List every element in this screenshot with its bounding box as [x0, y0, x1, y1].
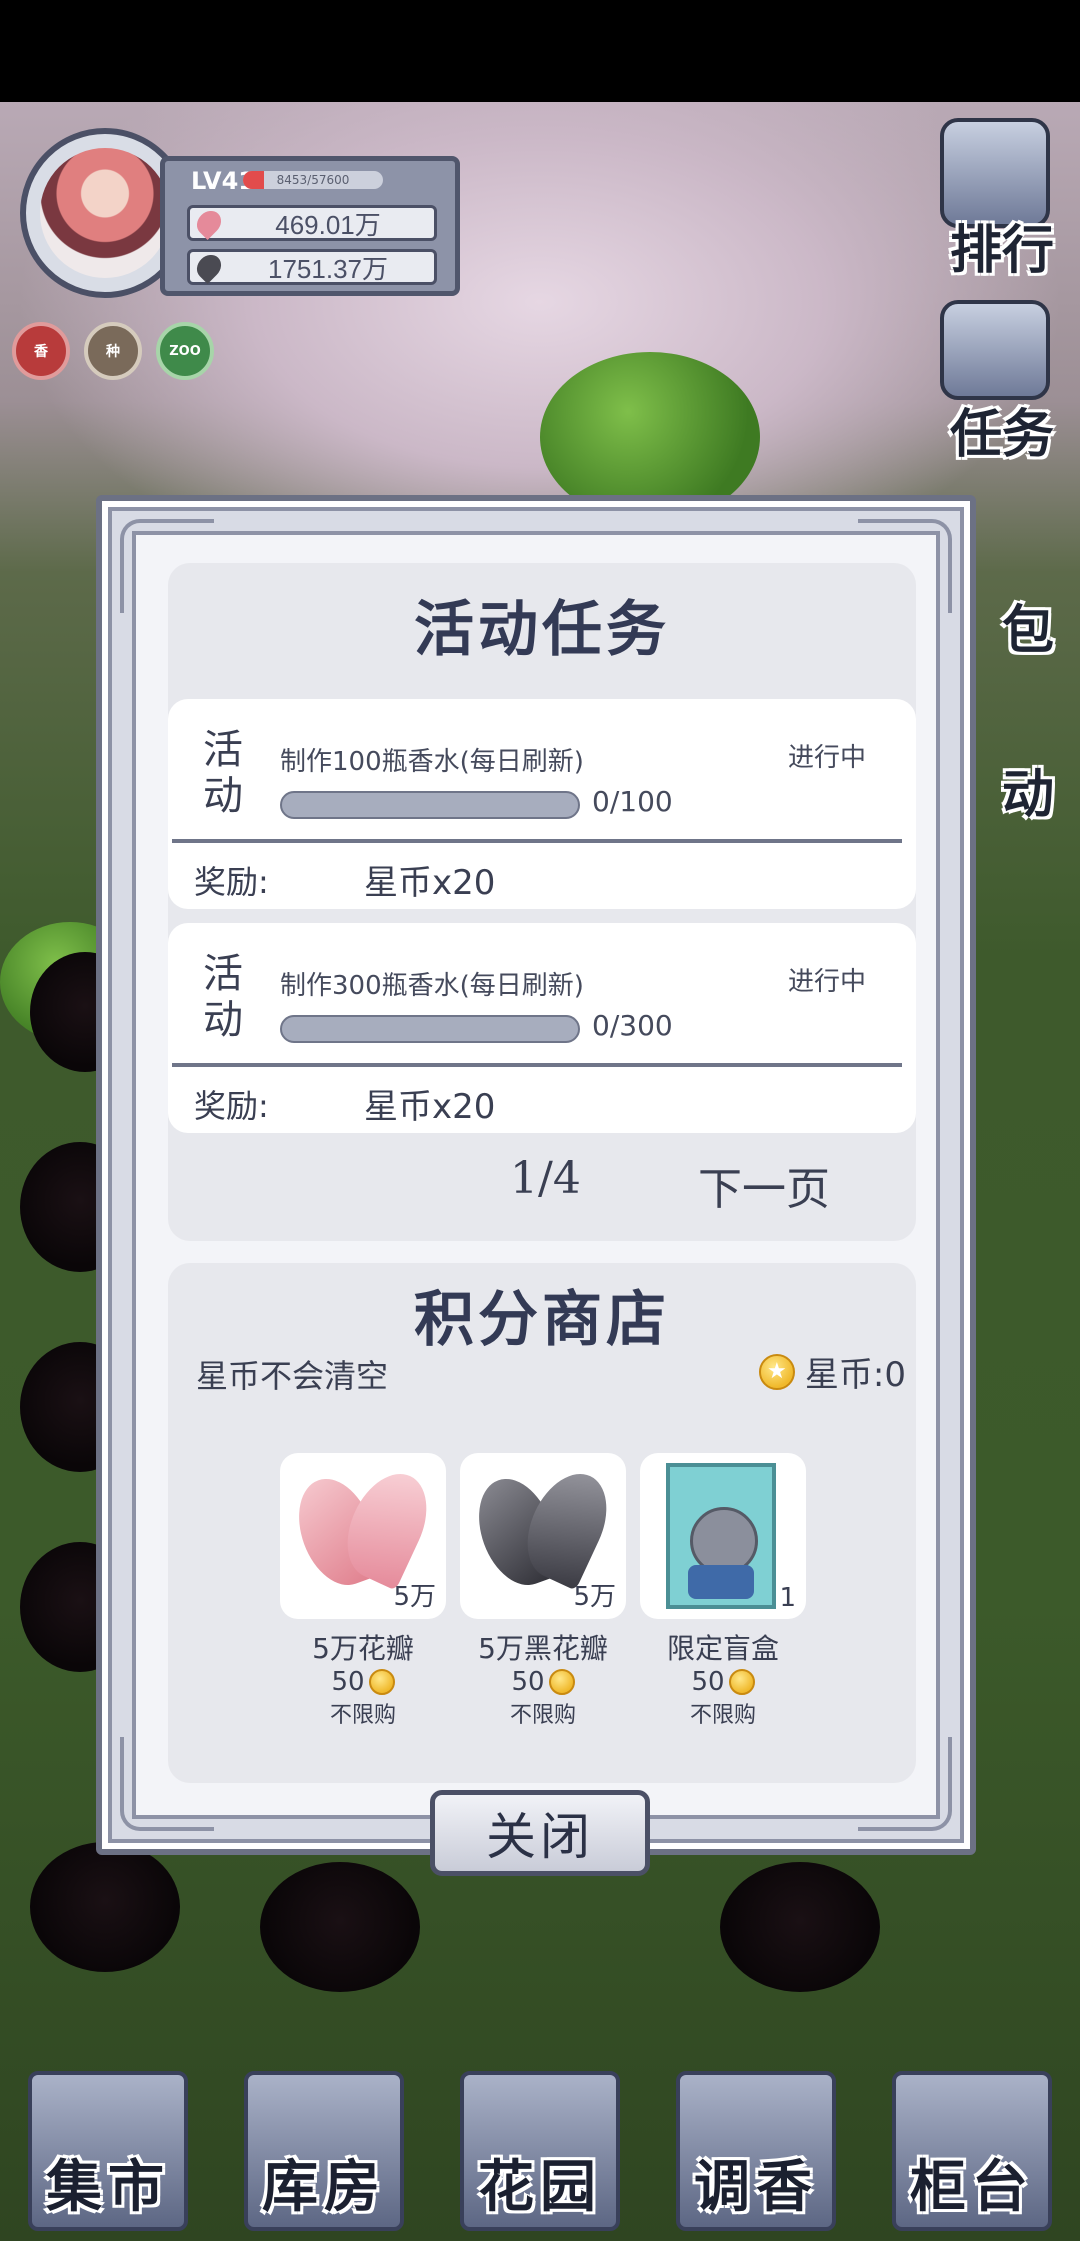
nav-garden-label: 花园: [478, 2153, 602, 2220]
nav-perfume[interactable]: 调香: [676, 2070, 836, 2231]
dialog-title: 活动任务: [414, 595, 670, 665]
task-progress-bar: [280, 791, 580, 819]
bottom-nav: 集市 库房 花园 调香 柜台: [0, 2060, 1080, 2241]
perfume-badge[interactable]: 香: [12, 322, 70, 380]
reward-label: 奖励:: [194, 1087, 269, 1125]
task-card: 活 动 制作100瓶香水(每日刷新) 进行中 0/100 奖励: 星币x20: [168, 699, 916, 909]
shop-item-name: 5万黑花瓣: [478, 1632, 608, 1665]
task-tag-line: 活: [203, 727, 243, 773]
shop-item-box[interactable]: 5万: [280, 1453, 446, 1619]
star-coin-balance: ★ 星币:0: [758, 1347, 906, 1396]
shop-item-price-value: 50: [331, 1667, 365, 1697]
black-petal-counter: 1751.37万: [187, 249, 437, 285]
shop-note: 星币不会清空: [196, 1357, 389, 1395]
pink-petal-icon: [192, 206, 226, 240]
shop-item[interactable]: 5万 5万花瓣 50 不限购: [280, 1453, 446, 1729]
task-tag-line: 动: [203, 773, 243, 819]
player-stats: LV41 8453/57600 469.01万 1751.37万: [160, 156, 460, 296]
shop-item-qty: 5万: [393, 1582, 436, 1612]
nav-perfume-label: 调香: [694, 2153, 818, 2220]
plot-hole[interactable]: [260, 1862, 420, 1992]
player-card[interactable]: LV41 8453/57600 469.01万 1751.37万: [20, 128, 470, 308]
nav-market-label: 集市: [46, 2153, 170, 2220]
zoo-badge[interactable]: ZOO: [156, 322, 214, 380]
nav-counter-label: 柜台: [910, 2153, 1034, 2220]
cat-robe-icon: [688, 1565, 754, 1599]
activity-task-dialog: 活动任务 活 动 制作100瓶香水(每日刷新) 进行中 0/100 奖励: 星币…: [96, 495, 976, 1855]
shop-title: 积分商店: [414, 1285, 670, 1355]
nav-garden[interactable]: 花园: [460, 2070, 620, 2231]
rank-button[interactable]: 排行: [942, 208, 1062, 283]
exp-bar: 8453/57600: [243, 171, 383, 189]
star-coin-icon: ★: [758, 1353, 795, 1390]
page-indicator: 1/4: [510, 1153, 581, 1204]
task-button[interactable]: 任务: [942, 392, 1062, 467]
exp-text: 8453/57600: [276, 173, 350, 187]
task-progress-text: 0/300: [592, 1009, 673, 1042]
shop-item-price: 50: [280, 1667, 446, 1697]
avatar: [40, 148, 170, 278]
black-petal-value: 1751.37万: [268, 253, 388, 284]
task-tag: 活 动: [198, 951, 248, 1043]
shop-item-limit: 不限购: [329, 1703, 396, 1728]
pink-petal-counter: 469.01万: [187, 205, 437, 241]
shop-item-price: 50: [640, 1667, 806, 1697]
shop-item-price-value: 50: [511, 1667, 545, 1697]
shop-item-price-value: 50: [691, 1667, 725, 1697]
star-coin-icon: [548, 1669, 575, 1695]
task-status: 进行中: [787, 743, 866, 773]
shop-item-qty: 1: [779, 1583, 796, 1613]
nav-warehouse-label: 库房: [262, 2153, 386, 2220]
task-status: 进行中: [787, 967, 866, 997]
pink-petal-value: 469.01万: [275, 209, 381, 240]
shop-item-limit: 不限购: [509, 1703, 576, 1728]
nav-warehouse[interactable]: 库房: [244, 2070, 404, 2231]
nav-market[interactable]: 集市: [28, 2070, 188, 2231]
nav-counter[interactable]: 柜台: [892, 2070, 1052, 2231]
shop-item[interactable]: 5万 5万黑花瓣 50 不限购: [460, 1453, 626, 1729]
task-name: 制作300瓶香水(每日刷新): [280, 971, 584, 1001]
shop-item-limit: 不限购: [689, 1703, 756, 1728]
task-tag-line: 动: [203, 997, 243, 1043]
task-tag-line: 活: [203, 951, 243, 997]
shop-item-box[interactable]: 1: [640, 1453, 806, 1619]
task-divider: [172, 1063, 902, 1067]
reward-value: 星币x20: [364, 1087, 496, 1127]
shop-item-price: 50: [460, 1667, 626, 1697]
task-panel: 活动任务 活 动 制作100瓶香水(每日刷新) 进行中 0/100 奖励: 星币…: [168, 563, 916, 1241]
star-coin-icon: [368, 1669, 395, 1695]
shop-item[interactable]: 1 限定盲盒 50 不限购: [640, 1453, 806, 1729]
shop-item-qty: 5万: [573, 1582, 616, 1612]
close-button[interactable]: 关闭: [430, 1790, 650, 1876]
plot-hole[interactable]: [30, 1842, 180, 1972]
blind-box-icon: [666, 1463, 776, 1609]
task-tag: 活 动: [198, 727, 248, 819]
task-divider: [172, 839, 902, 843]
task-button-art: [940, 300, 1050, 400]
status-bar: [0, 0, 1080, 102]
shop-item-name: 5万花瓣: [312, 1632, 414, 1665]
plot-hole[interactable]: [720, 1862, 880, 1992]
task-progress-bar: [280, 1015, 580, 1043]
reward-value: 星币x20: [364, 863, 496, 903]
reward-label: 奖励:: [194, 863, 269, 901]
task-card: 活 动 制作300瓶香水(每日刷新) 进行中 0/300 奖励: 星币x20: [168, 923, 916, 1133]
points-shop-panel: 积分商店 星币不会清空 ★ 星币:0 5万 5万花瓣 50 不限购 5万 5万黑…: [168, 1263, 916, 1783]
next-page-button[interactable]: 下一页: [698, 1153, 830, 1217]
seed-badge[interactable]: 种: [84, 322, 142, 380]
black-petal-icon: [192, 250, 226, 284]
star-coin-icon: [728, 1669, 755, 1695]
task-progress-text: 0/100: [592, 785, 673, 818]
task-name: 制作100瓶香水(每日刷新): [280, 747, 584, 777]
shop-item-box[interactable]: 5万: [460, 1453, 626, 1619]
star-coin-label: 星币:0: [804, 1355, 906, 1395]
shop-item-name: 限定盲盒: [666, 1632, 779, 1665]
